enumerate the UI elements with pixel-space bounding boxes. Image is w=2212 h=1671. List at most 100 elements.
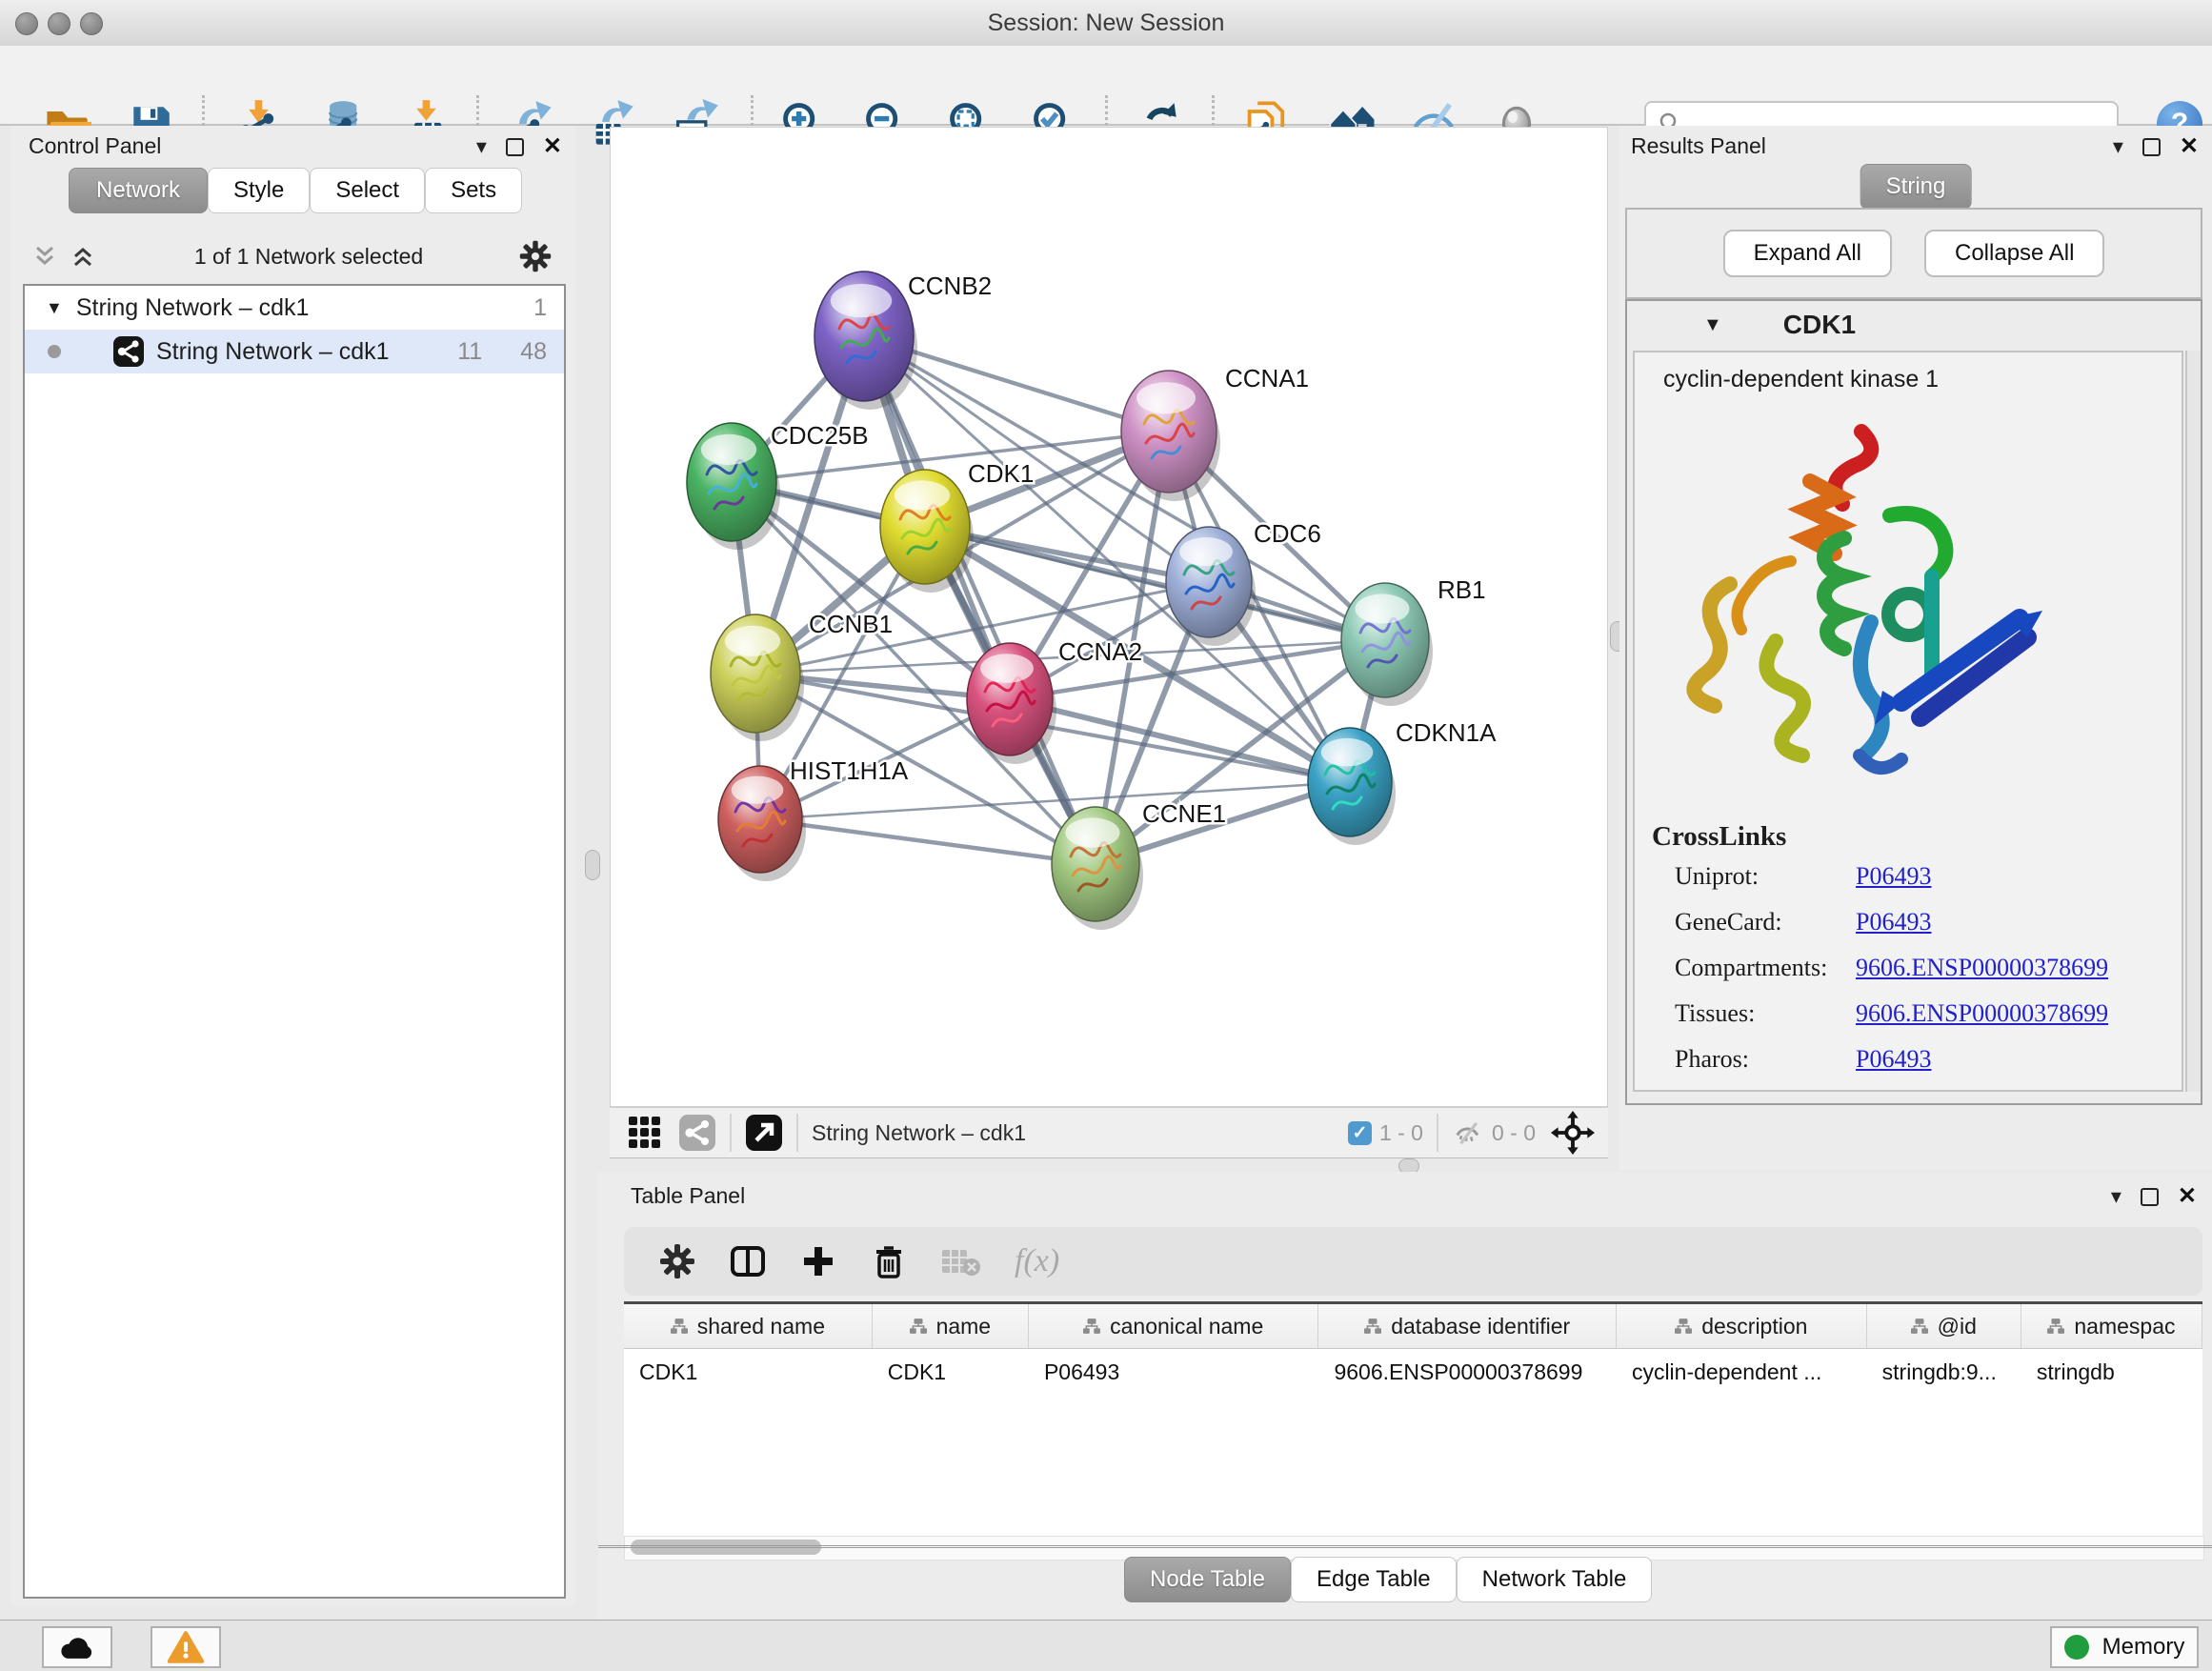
node-label-CCNE1: CCNE1: [1142, 799, 1226, 828]
tree-expand-icon[interactable]: ▼: [46, 298, 63, 318]
column-header-canonical-name[interactable]: canonical name: [1029, 1304, 1319, 1348]
table-cell[interactable]: cyclin-dependent ...: [1617, 1349, 1867, 1395]
cloud-status-button[interactable]: [42, 1626, 112, 1668]
table-panel-close-icon[interactable]: ✕: [2178, 1185, 2197, 1208]
results-controls: Expand All Collapse All: [1625, 208, 2202, 299]
node-CCNB2[interactable]: [814, 272, 917, 410]
node-CCNA2[interactable]: [967, 643, 1056, 764]
network-row-selected[interactable]: String Network – cdk1 11 48: [25, 330, 564, 373]
birds-eye-grid-icon[interactable]: [627, 1115, 663, 1151]
column-header-namespac[interactable]: namespac: [2021, 1304, 2202, 1348]
selected-node-edge-counts: 1 - 0: [1379, 1120, 1423, 1146]
table-panel-float-icon[interactable]: [2141, 1188, 2159, 1206]
table-cell[interactable]: stringdb:9...: [1867, 1349, 2021, 1395]
node-layer: CCNB2 CCNA1 CDC25B CDC6 RB1 CCNB1 CDK1 C…: [687, 272, 1497, 930]
collapse-all-networks-icon[interactable]: [32, 244, 61, 269]
table-row[interactable]: CDK1CDK1P064939606.ENSP00000378699cyclin…: [624, 1349, 2202, 1395]
table-cell[interactable]: CDK1: [624, 1349, 873, 1395]
crosslink-link[interactable]: 9606.ENSP00000378699: [1856, 954, 2108, 982]
pan-crosshair-icon[interactable]: [1551, 1111, 1595, 1155]
crosslink-row: Pharos:P06493: [1675, 1045, 2182, 1074]
tab-network[interactable]: Network: [69, 168, 208, 213]
results-scrollbar[interactable]: [2185, 351, 2201, 1092]
node-label-CDK1: CDK1: [968, 459, 1034, 488]
open-external-icon[interactable]: [745, 1114, 783, 1152]
table-options-gear-icon[interactable]: [658, 1242, 696, 1280]
selected-checkbox-icon[interactable]: ✓: [1348, 1121, 1372, 1145]
tab-select[interactable]: Select: [310, 168, 425, 213]
delete-column-trash-icon[interactable]: [870, 1242, 908, 1280]
node-CCNB1[interactable]: [711, 614, 804, 741]
tab-edge-table[interactable]: Edge Table: [1291, 1557, 1457, 1602]
table-cell[interactable]: P06493: [1029, 1349, 1319, 1395]
left-splitter-grip[interactable]: [585, 850, 600, 880]
string-app-icon: [112, 335, 145, 368]
node-label-CCNB2: CCNB2: [908, 272, 992, 300]
table-panel: Table Panel ▾ ✕: [598, 1172, 2212, 1620]
crosslink-label: Uniprot:: [1675, 862, 1856, 891]
entry-collapse-caret-icon[interactable]: ▼: [1703, 314, 1722, 336]
column-header-database-identifier[interactable]: database identifier: [1318, 1304, 1616, 1348]
column-header--id[interactable]: @id: [1867, 1304, 2021, 1348]
gene-entry-header[interactable]: ▼ CDK1: [1627, 301, 2201, 349]
table-body: CDK1CDK1P064939606.ENSP00000378699cyclin…: [624, 1349, 2202, 1395]
column-header-name[interactable]: name: [873, 1304, 1029, 1348]
expand-all-button[interactable]: Expand All: [1723, 230, 1892, 277]
network-collection-row[interactable]: ▼ String Network – cdk1 1: [25, 286, 564, 330]
node-CCNA1[interactable]: [1121, 371, 1220, 501]
crosslink-link[interactable]: P06493: [1856, 1045, 1931, 1074]
node-table: shared namenamecanonical namedatabase id…: [624, 1301, 2202, 1539]
gene-entry-body: cyclin-dependent kinase 1: [1633, 351, 2183, 1092]
crosslink-link[interactable]: P06493: [1856, 862, 1931, 891]
warnings-button[interactable]: [151, 1626, 221, 1668]
crosslink-link[interactable]: P06493: [1856, 908, 1931, 936]
table-cell[interactable]: 9606.ENSP00000378699: [1318, 1349, 1616, 1395]
control-panel-menu-caret-icon[interactable]: ▾: [476, 136, 487, 157]
crosslinks-list: Uniprot:P06493GeneCard:P06493Compartment…: [1635, 862, 2182, 1074]
node-CDC6[interactable]: [1166, 527, 1256, 646]
column-type-icon: [1911, 1318, 1928, 1335]
results-panel-menu-caret-icon[interactable]: ▾: [2113, 136, 2123, 157]
gene-description: cyclin-dependent kinase 1: [1635, 352, 2182, 393]
tab-network-table[interactable]: Network Table: [1457, 1557, 1653, 1602]
crosslink-link[interactable]: 9606.ENSP00000378699: [1856, 999, 2108, 1028]
control-panel-close-icon[interactable]: ✕: [543, 135, 562, 158]
node-label-CDC25B: CDC25B: [771, 421, 869, 450]
results-panel-float-icon[interactable]: [2142, 138, 2161, 156]
expand-all-networks-icon[interactable]: [70, 244, 99, 269]
network-view-toolbar: String Network – cdk1 ✓ 1 - 0 0 - 0: [610, 1107, 1608, 1158]
edge-count: 48: [520, 338, 547, 366]
results-panel-close-icon[interactable]: ✕: [2180, 135, 2199, 158]
results-tab-string[interactable]: String: [1860, 164, 1972, 210]
table-cell[interactable]: stringdb: [2021, 1349, 2202, 1395]
column-header-description[interactable]: description: [1617, 1304, 1867, 1348]
show-columns-icon[interactable]: [729, 1242, 767, 1280]
tab-node-table[interactable]: Node Table: [1124, 1557, 1291, 1602]
network-graph[interactable]: CCNB2 CCNA1 CDC25B CDC6 RB1 CCNB1 CDK1 C…: [611, 128, 1607, 1106]
create-column-plus-icon[interactable]: [799, 1242, 837, 1280]
node-CDKN1A[interactable]: [1308, 728, 1396, 845]
memory-button[interactable]: Memory: [2050, 1626, 2199, 1668]
node-CCNE1[interactable]: [1052, 807, 1143, 930]
control-panel-float-icon[interactable]: [506, 138, 524, 156]
string-settings-icon[interactable]: [678, 1114, 716, 1152]
results-panel: Results Panel ▾ ✕ String Expand All Coll…: [1619, 126, 2212, 1170]
delete-table-icon: [940, 1244, 982, 1278]
table-panel-title: Table Panel: [631, 1183, 745, 1209]
node-label-CDC6: CDC6: [1254, 519, 1321, 548]
table-panel-menu-caret-icon[interactable]: ▾: [2111, 1186, 2122, 1207]
collapse-all-button[interactable]: Collapse All: [1924, 230, 2104, 277]
network-selection-status: 1 of 1 Network selected: [99, 244, 518, 270]
table-toolbar: f(x): [624, 1227, 2202, 1296]
table-cell[interactable]: CDK1: [873, 1349, 1029, 1395]
node-RB1[interactable]: [1341, 583, 1433, 706]
edge-HIST1H1A-CCNE1[interactable]: [760, 819, 1096, 864]
node-CDK1[interactable]: [880, 470, 974, 593]
tab-sets[interactable]: Sets: [425, 168, 522, 213]
network-canvas[interactable]: CCNB2 CCNA1 CDC25B CDC6 RB1 CCNB1 CDK1 C…: [610, 127, 1608, 1107]
function-builder-icon: f(x): [1015, 1243, 1059, 1279]
column-header-shared-name[interactable]: shared name: [624, 1304, 873, 1348]
network-options-gear-icon[interactable]: [518, 239, 553, 273]
tab-style[interactable]: Style: [208, 168, 310, 213]
main-toolbar: ?: [0, 46, 2212, 126]
